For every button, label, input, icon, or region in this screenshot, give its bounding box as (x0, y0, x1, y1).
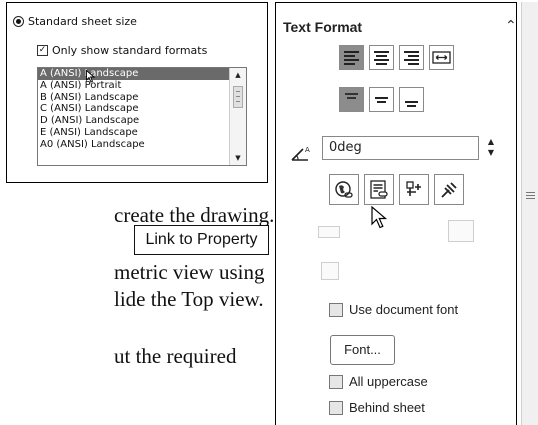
behind-sheet-label: Behind sheet (349, 400, 425, 415)
format-list-scrollbar[interactable]: ▲ ▼ (229, 68, 246, 165)
collapse-chevron-icon[interactable]: ⌃ (505, 18, 517, 34)
link-to-property-icon (370, 180, 388, 199)
format-item[interactable]: D (ANSI) Landscape (38, 115, 246, 127)
only-standard-formats-option[interactable]: ✓ Only show standard formats (37, 44, 207, 57)
svg-text:A: A (305, 146, 310, 154)
all-uppercase-checkbox[interactable] (329, 374, 343, 389)
add-symbol-button[interactable] (399, 174, 429, 205)
sheet-format-list[interactable]: A (ANSI) Landscape A (ANSI) Portrait B (… (37, 67, 247, 166)
format-item[interactable]: C (ANSI) Landscape (38, 103, 246, 115)
use-document-font-label: Use document font (349, 302, 459, 317)
pin-note-icon (441, 182, 457, 198)
justify-icon (432, 51, 451, 64)
document-text-line: ut the required (114, 344, 237, 368)
align-left-icon (344, 51, 359, 67)
text-format-panel: Text Format ⌃ A 0deg ▲ ▼ (275, 2, 517, 425)
globe-link-icon (335, 181, 353, 198)
link-to-property-tooltip: Link to Property (134, 225, 269, 255)
panel-scrollbar[interactable] (521, 2, 538, 425)
standard-sheet-size-label: Standard sheet size (28, 15, 137, 28)
format-item[interactable]: A (ANSI) Portrait (38, 80, 246, 92)
format-item[interactable]: E (ANSI) Landscape (38, 127, 246, 139)
only-standard-formats-label: Only show standard formats (52, 44, 208, 57)
align-center-button[interactable] (369, 45, 394, 70)
align-bottom-icon (405, 101, 418, 109)
align-top-icon (345, 93, 358, 101)
spinner-down-icon[interactable]: ▼ (484, 147, 498, 158)
hyperlink-button[interactable] (329, 174, 359, 205)
align-top-button[interactable] (339, 87, 364, 112)
align-bottom-button[interactable] (399, 87, 424, 112)
datum-target-icon (321, 262, 339, 280)
all-uppercase-label: All uppercase (349, 374, 428, 389)
scroll-down-arrow-icon[interactable]: ▼ (230, 151, 246, 165)
mouse-pointer-icon (371, 206, 388, 229)
align-middle-icon (375, 97, 388, 105)
scrollbar-grip-icon[interactable] (526, 192, 535, 201)
link-to-property-button[interactable] (364, 174, 394, 205)
behind-sheet-checkbox[interactable] (329, 400, 343, 415)
scroll-up-arrow-icon[interactable]: ▲ (230, 68, 246, 82)
standard-sheet-size-option[interactable]: Standard sheet size (13, 15, 137, 28)
disabled-tool-button (448, 220, 474, 242)
align-right-icon (404, 51, 419, 67)
panel-title: Text Format (283, 19, 363, 35)
document-text-line: metric view using (114, 260, 265, 284)
spinner-up-icon[interactable]: ▲ (484, 136, 498, 147)
symbol-icon (406, 181, 421, 196)
balloon-icon (318, 226, 340, 238)
only-standard-formats-checkbox[interactable]: ✓ (37, 45, 48, 56)
align-left-button[interactable] (339, 45, 364, 70)
align-center-icon (374, 51, 389, 67)
lock-unlock-note-button[interactable] (434, 174, 464, 205)
standard-sheet-size-radio[interactable] (13, 16, 24, 27)
use-document-font-checkbox[interactable] (329, 302, 343, 317)
align-right-button[interactable] (399, 45, 424, 70)
mouse-pointer-icon (86, 70, 95, 83)
behind-sheet-option[interactable]: Behind sheet (329, 400, 425, 415)
font-button[interactable]: Font... (330, 335, 395, 365)
all-uppercase-option[interactable]: All uppercase (329, 374, 428, 389)
justify-button[interactable] (429, 45, 454, 70)
format-item[interactable]: B (ANSI) Landscape (38, 92, 246, 104)
sheet-size-panel: Standard sheet size ✓ Only show standard… (6, 2, 268, 183)
format-item[interactable]: A0 (ANSI) Landscape (38, 139, 246, 151)
text-angle-icon: A (291, 146, 310, 161)
text-angle-input[interactable]: 0deg (322, 136, 479, 160)
align-middle-button[interactable] (369, 87, 394, 112)
angle-spinner[interactable]: ▲ ▼ (484, 136, 498, 160)
use-document-font-option[interactable]: Use document font (329, 302, 458, 317)
format-item[interactable]: A (ANSI) Landscape (38, 68, 246, 80)
scroll-thumb[interactable] (233, 86, 243, 108)
document-text-line: lide the Top view. (114, 287, 264, 311)
